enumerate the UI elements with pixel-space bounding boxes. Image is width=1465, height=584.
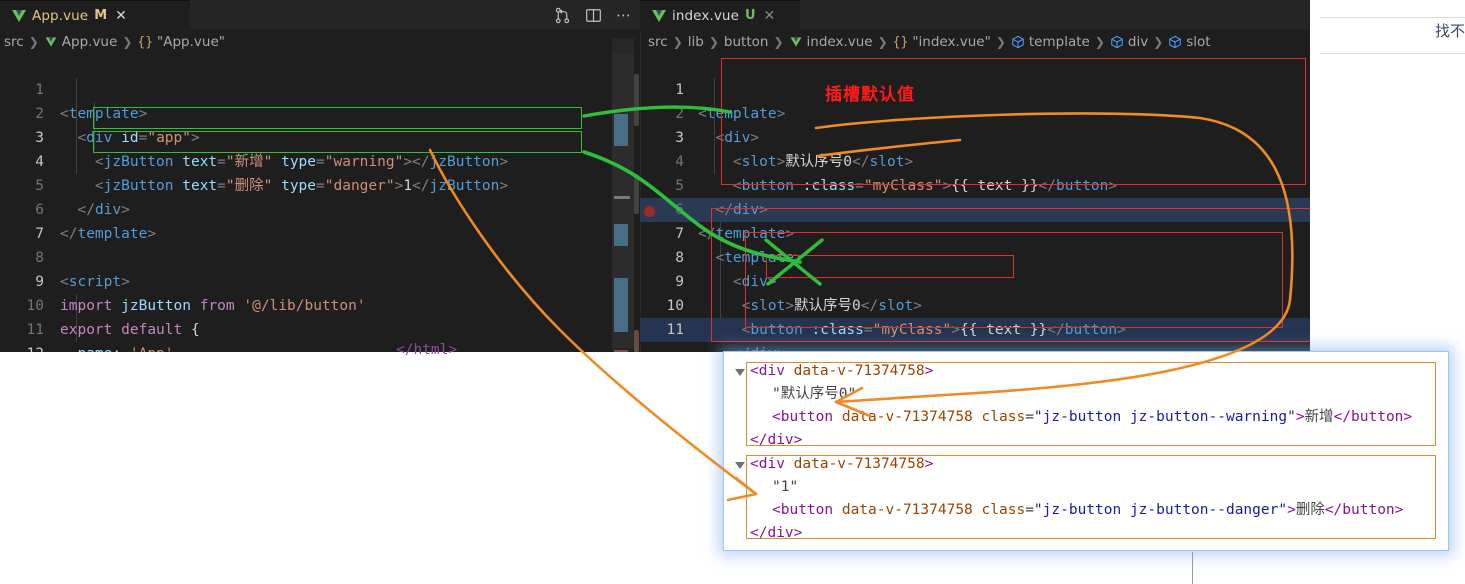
right-code-area[interactable]: 1 <template> 2 <div> 3 <slot>默认序号0</slot…	[640, 54, 1310, 352]
tab-app-vue[interactable]: App.vue M ✕	[0, 0, 190, 30]
tab-index-vue[interactable]: index.vue U ✕	[640, 0, 800, 30]
browser-strip: 找不	[1310, 0, 1465, 352]
devtools-block-1-close[interactable]: </div>	[750, 429, 802, 452]
breadcrumb-file-label: index.vue	[806, 34, 873, 50]
left-scrollbar-thumb-b[interactable]	[634, 174, 639, 214]
breadcrumb-symbol-label: "index.vue"	[912, 34, 991, 50]
left-tabbar: App.vue M ✕ ⋯	[0, 0, 640, 30]
breadcrumb-symbol-label: "App.vue"	[157, 34, 225, 50]
ghost-html-tag: </html>	[396, 342, 458, 358]
element-cube-icon	[1012, 35, 1024, 49]
layout-panel-icon[interactable]	[585, 7, 602, 24]
left-code-area[interactable]: 1 <template> 2 <div id="app"> 3 <jzButto…	[0, 38, 640, 352]
left-breadcrumb: src ❯ App.vue ❯ {} "App.vue"	[0, 30, 640, 54]
devtools-block-2-text[interactable]: "1"	[772, 476, 798, 499]
left-tab-actions: ⋯	[554, 0, 632, 30]
chevron-right-icon: ❯	[122, 35, 133, 49]
chevron-right-icon: ❯	[995, 35, 1006, 49]
breadcrumb-item-template[interactable]: template	[1011, 34, 1090, 50]
screen-root: App.vue M ✕ ⋯ src ❯ App.vue ❯ {} "App.vu…	[0, 0, 1465, 584]
rcode-line-11: </div>	[698, 342, 785, 352]
chevron-right-icon: ❯	[773, 35, 784, 49]
chevron-right-icon: ❯	[877, 35, 888, 49]
vue-icon	[12, 9, 26, 22]
close-icon[interactable]: ✕	[113, 9, 129, 23]
expand-toggle-icon[interactable]	[735, 462, 745, 469]
element-cube-icon	[1111, 35, 1123, 49]
right-breadcrumb: src ❯ lib ❯ button ❯ index.vue ❯ {} "ind…	[640, 30, 1310, 54]
devtools-elements-panel[interactable]: <div data-v-71374758> "默认序号0" <button da…	[724, 352, 1448, 550]
breadcrumb-template-label: template	[1028, 34, 1090, 50]
tab-label: App.vue	[32, 7, 89, 24]
chevron-right-icon: ❯	[672, 35, 683, 49]
chevron-right-icon: ❯	[708, 35, 719, 49]
editor-pane-right: index.vue U ✕ src ❯ lib ❯ button ❯ index…	[640, 0, 1310, 352]
breadcrumb-item-slot[interactable]: slot	[1168, 34, 1211, 50]
breadcrumb-item-symbol[interactable]: {} "App.vue"	[137, 34, 225, 50]
editor-pane-left: App.vue M ✕ ⋯ src ❯ App.vue ❯ {} "App.vu…	[0, 0, 640, 352]
breadcrumb-item-src[interactable]: src	[2, 34, 24, 50]
braces-icon: {}	[137, 34, 154, 50]
breadcrumb-div-label: div	[1127, 34, 1149, 50]
tab-untracked-badge: U	[744, 8, 756, 23]
breadcrumb-file-label: App.vue	[61, 34, 118, 50]
left-minimap[interactable]	[612, 38, 634, 352]
breakpoint-marker[interactable]	[644, 206, 655, 217]
breadcrumb-item-src[interactable]: src	[642, 34, 668, 50]
expand-toggle-icon[interactable]	[735, 369, 745, 376]
breadcrumb-item-lib[interactable]: lib	[688, 34, 704, 50]
close-icon[interactable]: ✕	[762, 9, 778, 23]
tab-dirty-badge: M	[94, 8, 108, 23]
braces-icon: {}	[892, 34, 909, 50]
breadcrumb-item-file[interactable]: index.vue	[789, 34, 873, 50]
chevron-right-icon: ❯	[1153, 35, 1164, 49]
vue-icon	[652, 9, 666, 22]
browser-divider-top	[1320, 17, 1465, 18]
devtools-block-1-text[interactable]: "默认序号0"	[772, 383, 856, 406]
devtools-block-2-child[interactable]: <button data-v-71374758 class="jz-button…	[772, 499, 1403, 522]
tab-label: index.vue	[672, 7, 739, 24]
breadcrumb-item-div[interactable]: div	[1110, 34, 1148, 50]
devtools-block-1-open[interactable]: <div data-v-71374758>	[750, 360, 933, 383]
chevron-right-icon: ❯	[28, 35, 39, 49]
element-cube-icon	[1169, 35, 1182, 49]
breadcrumb-item-button[interactable]: button	[724, 34, 769, 50]
browser-cut-text: 找不	[1434, 22, 1465, 40]
devtools-block-1-child[interactable]: <button data-v-71374758 class="jz-button…	[772, 406, 1412, 429]
devtools-block-2-open[interactable]: <div data-v-71374758>	[750, 453, 933, 476]
split-editor-icon[interactable]	[554, 7, 571, 24]
breadcrumb-slot-label: slot	[1186, 34, 1211, 50]
vue-icon	[45, 37, 57, 47]
browser-divider-bottom	[1320, 53, 1465, 54]
annotation-slot-default: 插槽默认值	[825, 85, 915, 105]
page-vertical-divider	[1192, 552, 1193, 584]
breadcrumb-item-symbol[interactable]: {} "index.vue"	[893, 34, 991, 50]
left-scrollbar-thumb-a[interactable]	[634, 74, 639, 126]
more-actions-icon[interactable]: ⋯	[616, 8, 632, 23]
devtools-block-2-close[interactable]: </div>	[750, 522, 802, 545]
right-tabbar: index.vue U ✕	[640, 0, 1310, 30]
left-scrollbar-mark[interactable]	[634, 330, 639, 352]
chevron-right-icon: ❯	[1094, 35, 1105, 49]
vscode-window: App.vue M ✕ ⋯ src ❯ App.vue ❯ {} "App.vu…	[0, 0, 1310, 352]
breadcrumb-item-file[interactable]: App.vue	[44, 34, 118, 50]
vue-icon	[790, 37, 801, 47]
